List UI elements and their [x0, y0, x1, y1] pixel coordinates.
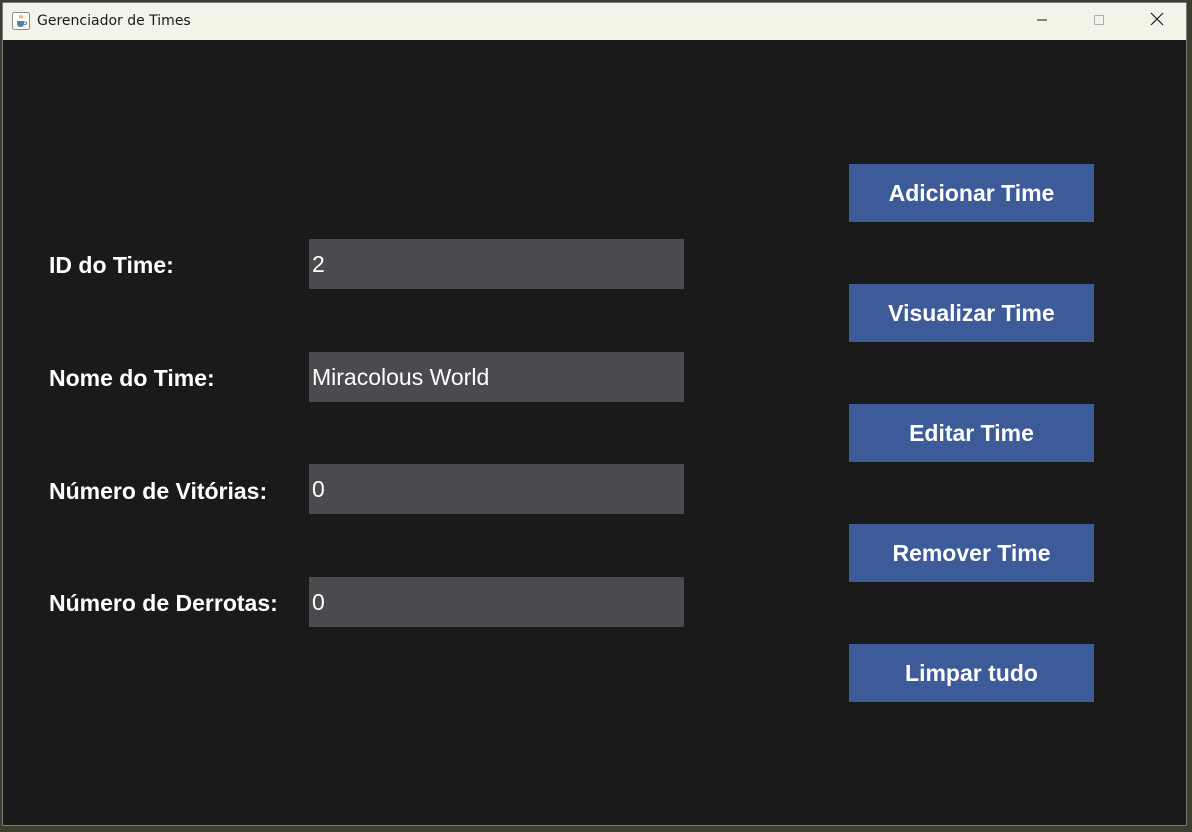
- view-team-button[interactable]: Visualizar Time: [849, 284, 1094, 342]
- minimize-icon: [1036, 13, 1048, 31]
- minimize-button[interactable]: [1019, 3, 1065, 40]
- maximize-button[interactable]: [1076, 3, 1122, 40]
- losses-label: Número de Derrotas:: [49, 590, 278, 616]
- team-name-label: Nome do Time:: [49, 365, 215, 391]
- java-cup-icon: [12, 12, 30, 30]
- add-team-button[interactable]: Adicionar Time: [849, 164, 1094, 222]
- team-id-label: ID do Time:: [49, 252, 174, 278]
- wins-label: Número de Vitórias:: [49, 478, 268, 504]
- clear-all-button[interactable]: Limpar tudo: [849, 644, 1094, 702]
- close-button[interactable]: [1134, 3, 1180, 40]
- team-name-input[interactable]: [309, 352, 684, 402]
- close-icon: [1150, 12, 1164, 31]
- form-panel: ID do Time: Nome do Time: Número de Vitó…: [3, 40, 1186, 825]
- title-bar[interactable]: Gerenciador de Times: [3, 3, 1186, 40]
- remove-team-button[interactable]: Remover Time: [849, 524, 1094, 582]
- team-id-input[interactable]: [309, 239, 684, 289]
- window-title: Gerenciador de Times: [37, 13, 191, 29]
- maximize-icon: [1093, 13, 1105, 31]
- edit-team-button[interactable]: Editar Time: [849, 404, 1094, 462]
- losses-input[interactable]: [309, 577, 684, 627]
- app-window: Gerenciador de Times ID do Time: Nome do…: [2, 2, 1187, 826]
- wins-input[interactable]: [309, 464, 684, 514]
